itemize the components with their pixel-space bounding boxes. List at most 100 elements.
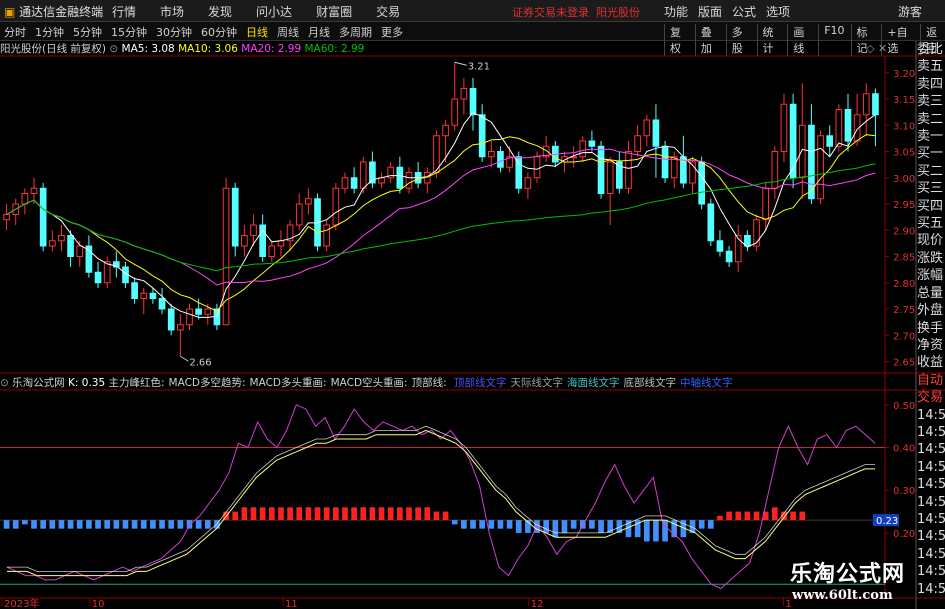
candle-body [661,145,669,179]
candle-body [442,124,449,137]
candle-body [579,140,587,158]
candle-body [606,161,614,194]
candle-body [305,198,312,205]
candle-body [497,151,504,168]
candle-body [487,151,495,158]
candle-body [332,187,340,226]
candle-body [177,324,184,331]
candle-body [67,235,74,257]
price-tick-label: 2.65 [893,358,915,369]
macd-bar [707,520,714,529]
current-value: 0.23 [876,516,898,527]
price-tick-label: 3.05 [893,148,915,159]
macd-bar [488,520,495,529]
macd-bar [40,520,46,529]
macd-bar [186,520,193,529]
macd-bar [58,520,65,529]
candle-body [625,151,632,189]
macd-bar [95,520,101,529]
macd-bar [168,520,175,529]
candle-body [405,172,413,189]
macd-bar [76,520,83,529]
quote-side-panel: 委比 卖五 卖四 卖三 卖二 卖一 买一 买二 买三 买四 买五 现价 涨跌 涨幅 总量 外盘 换手 净资 收益 自动… [917,41,945,598]
low-pointer [180,355,189,362]
candle-body [826,135,834,147]
price-tick-label: 2.95 [893,200,915,211]
macd-bar [131,520,138,529]
candle-body [204,308,212,315]
candle-body [460,88,468,100]
quote-label: 涨幅 [917,268,944,284]
candle-body [451,98,459,126]
quote-label: 委比 [917,42,944,57]
quote-label: 买一 [917,146,944,162]
price-tick-label: 2.80 [893,279,915,290]
macd-bar [799,511,806,521]
macd-bar [424,507,431,521]
macd-bar [753,511,760,521]
price-tick-label: 2.85 [893,253,915,264]
quote-label: 净资 [917,337,944,353]
candle-body [186,308,193,326]
high-pointer [454,61,467,66]
quote-label: 卖五 [917,59,944,75]
candle-body [835,109,843,147]
candle-body [167,308,175,331]
macd-bar [67,520,74,529]
macd-bar [159,520,165,529]
quote-label: 外盘 [917,303,944,319]
quote-label: 卖二 [917,111,944,127]
quote-label: 涨跌 [917,250,944,266]
macd-bar [479,520,485,529]
price-tick-label: 2.90 [893,226,915,237]
candle-body [222,187,230,326]
price-tick-label: 3.10 [893,121,915,132]
ind-tick-label: 0.40 [893,444,915,455]
high-price-label: 3.21 [468,61,490,72]
quote-label: 买五 [917,216,944,232]
macd-bar [195,520,202,529]
chart-canvas[interactable]: 3.20 3.15 3.10 3.05 3.00 2.95 2.90 2.85 2.80 2.75… [0,0,945,609]
macd-bar [451,520,458,525]
macd-bar [86,520,92,529]
candle-body [21,193,29,205]
macd-bar [342,507,348,521]
macd-bar [268,507,275,521]
candle-body [707,203,715,242]
macd-bar [22,520,28,525]
macd-bar [561,520,568,533]
candle-body [862,93,870,116]
quote-label: 14:56 [917,581,945,597]
quote-label: 14:56 [917,407,945,423]
quote-label: 买三 [917,181,944,197]
candle-body [643,119,651,137]
quote-label: 14:56 [917,529,945,545]
price-tick-label: 3.15 [893,95,915,106]
candle-body [478,114,486,158]
ind-tick-label: 0.20 [893,529,915,540]
ma60-line [6,163,876,272]
macd-bar [204,520,211,529]
candle-body [789,103,797,179]
price-tick-label: 3.00 [893,174,915,185]
price-tick-label: 3.20 [893,69,915,80]
candle-body [149,292,157,299]
candle-body [350,177,358,189]
macd-bar [497,520,504,529]
candle-body [341,177,349,189]
candle-body [158,298,166,310]
candle-body [39,187,47,247]
d-line [7,429,875,577]
x-tick-label: 11 [285,599,298,609]
quote-label: 14:56 [917,477,945,493]
candle-body [140,292,148,299]
candle-body [698,161,705,205]
macd-bar [360,507,367,521]
candle-body [734,235,742,263]
candle-body [469,88,477,116]
macd-bar [387,507,394,521]
candle-body [30,187,38,194]
candle-body [295,203,303,226]
macd-bar [31,520,37,529]
macd-bar [397,507,403,521]
